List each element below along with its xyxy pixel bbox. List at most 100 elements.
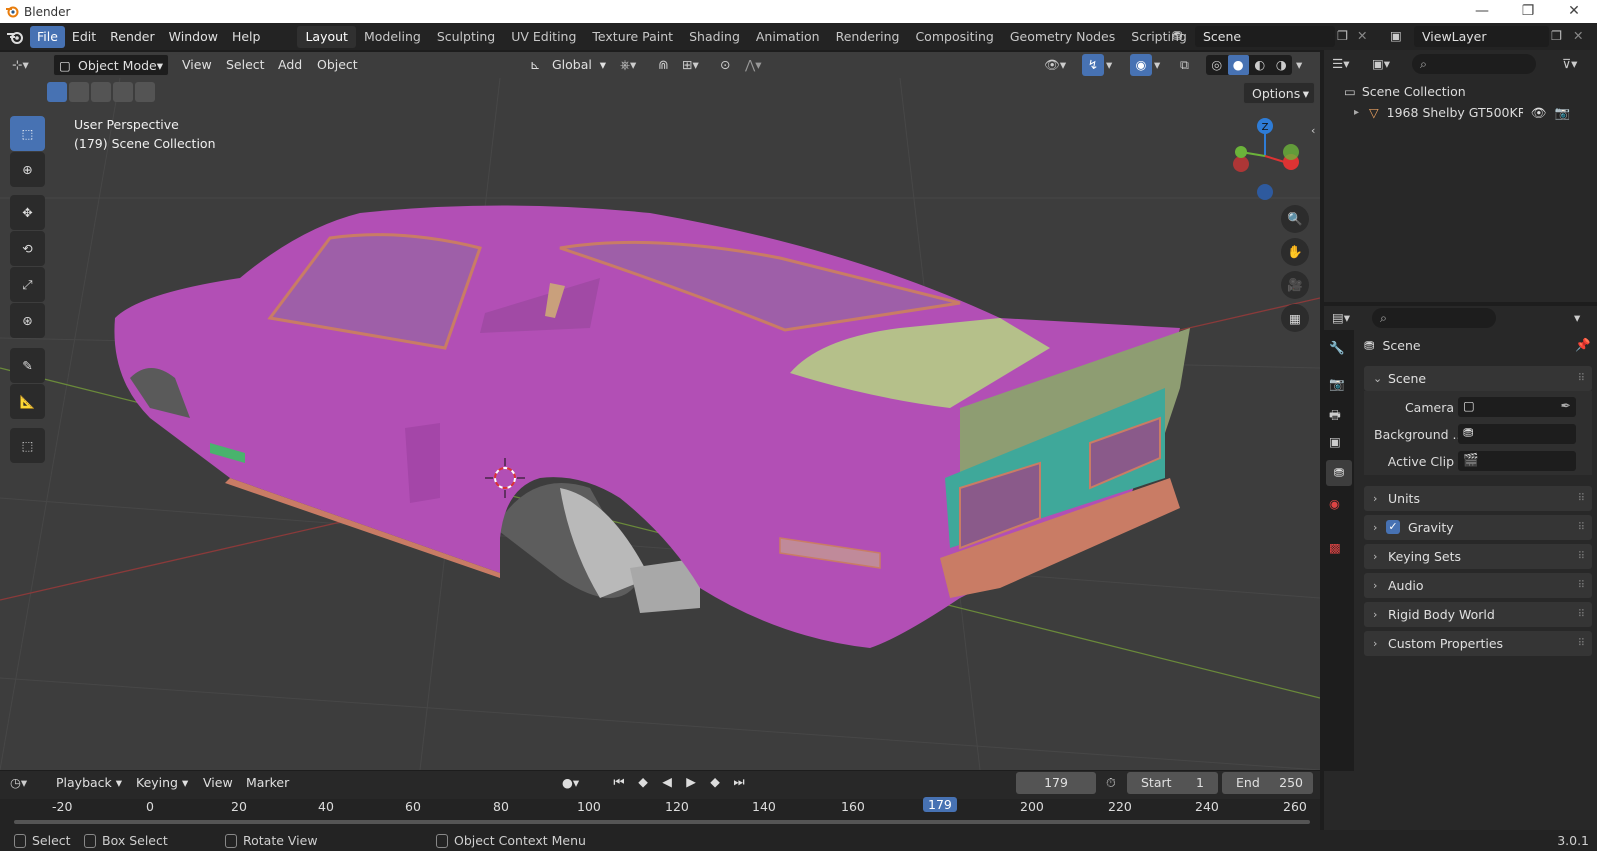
outliner-search-input[interactable]: ⌕ [1412,54,1536,74]
menu-render[interactable]: Render [103,26,162,48]
start-frame-field[interactable]: Start 1 [1127,772,1218,794]
tool-tab-icon[interactable]: 🔧 [1329,340,1345,356]
select-extend-icon[interactable] [69,82,89,102]
scene-tab-icon[interactable]: ⛃ [1326,460,1352,486]
falloff-icon[interactable]: ⋀▾ [745,54,762,76]
view-layer-tab-icon[interactable]: ▣ [1329,434,1341,449]
panel-audio[interactable]: › Audio ⠿ [1364,573,1592,598]
properties-search-input[interactable]: ⌕ [1372,308,1496,328]
texture-tab-icon[interactable]: ▩ [1329,540,1341,555]
outliner-root[interactable]: ▭ Scene Collection [1344,82,1466,102]
timeline-view-menu[interactable]: View [203,772,233,794]
ortho-grid-icon[interactable]: ▦ [1281,304,1309,332]
select-invert-icon[interactable] [113,82,133,102]
transform-tool-icon[interactable]: ⊛ [10,303,45,338]
background-field[interactable]: ⛃ [1458,424,1576,444]
select-subtract-icon[interactable] [91,82,111,102]
jump-keyframe-forward-icon[interactable]: ◆ [704,774,726,790]
add-menu[interactable]: Add [278,54,302,76]
gizmo-dropdown-icon[interactable]: ▾ [1106,54,1112,76]
camera-render-icon[interactable]: 📷 [1555,103,1571,123]
rotate-tool-icon[interactable]: ⟲ [10,231,45,266]
select-menu[interactable]: Select [226,54,265,76]
jump-end-icon[interactable]: ⏭ [728,774,750,790]
gizmo-toggle-icon[interactable]: ↯ [1082,54,1104,76]
timeline-editor-type-icon[interactable]: ◷▾ [10,772,27,794]
minimize-button[interactable]: — [1459,0,1505,23]
tab-texture-paint[interactable]: Texture Paint [584,26,681,48]
select-new-icon[interactable] [47,82,67,102]
output-tab-icon[interactable]: 🖶 [1329,406,1341,427]
properties-editor-type-icon[interactable]: ▤▾ [1332,307,1350,329]
menu-edit[interactable]: Edit [65,26,103,48]
proportional-edit-icon[interactable]: ⊙ [720,54,730,76]
panel-custom-properties[interactable]: › Custom Properties ⠿ [1364,631,1592,656]
menu-window[interactable]: Window [162,26,225,48]
remove-scene-icon[interactable]: ✕ [1357,28,1367,43]
blender-menu-icon[interactable] [0,29,30,45]
scene-icon[interactable]: ⛃ [1172,28,1182,43]
camera-view-icon[interactable]: 🎥 [1281,271,1309,299]
select-intersect-icon[interactable] [135,82,155,102]
remove-viewlayer-icon[interactable]: ✕ [1573,28,1583,43]
end-frame-field[interactable]: End 250 [1222,772,1313,794]
options-dropdown[interactable]: Options ▾ [1243,82,1315,104]
tab-rendering[interactable]: Rendering [828,26,908,48]
scene-selector[interactable]: Scene [1195,26,1335,47]
panel-keying-sets[interactable]: › Keying Sets ⠿ [1364,544,1592,569]
use-preview-range-icon[interactable]: ⏱ [1106,775,1116,791]
object-menu[interactable]: Object [317,54,358,76]
scale-tool-icon[interactable]: ⤢ [10,267,45,302]
3d-viewport[interactable]: Options ▾ User Perspective (179) Scene Co… [0,78,1320,770]
panel-rigid-body-world[interactable]: › Rigid Body World ⠿ [1364,602,1592,627]
tab-layout[interactable]: Layout [297,25,356,48]
cursor-tool-icon[interactable]: ⊕ [10,152,45,187]
close-button[interactable]: ✕ [1551,0,1597,23]
tab-geometry-nodes[interactable]: Geometry Nodes [1002,26,1123,48]
keying-dropdown[interactable]: Keying ▾ [130,772,192,794]
new-scene-icon[interactable]: ❐ [1337,28,1348,43]
sidebar-toggle-icon[interactable]: ‹ [1311,124,1315,137]
expand-arrow-icon[interactable]: ▸ [1354,103,1359,123]
jump-start-icon[interactable]: ⏮ [608,774,630,790]
playhead[interactable]: 179 [923,797,957,812]
visibility-icon[interactable]: 👁▾ [1044,54,1066,76]
panel-units[interactable]: › Units ⠿ [1364,486,1592,511]
add-cube-tool-icon[interactable]: ⬚ [10,428,45,463]
tab-scripting[interactable]: Scripting [1123,26,1195,48]
panel-scene[interactable]: ⌄ Scene ⠿ [1364,366,1592,391]
outliner-item[interactable]: ▸ ▽ 1968 Shelby GT500KR C 👁 📷 [1324,103,1597,123]
panel-gravity[interactable]: › ✓ Gravity ⠿ [1364,515,1592,540]
xray-icon[interactable]: ⧉ [1180,54,1189,76]
world-tab-icon[interactable]: ◉ [1329,496,1340,511]
overlay-toggle-icon[interactable]: ◉ [1130,54,1152,76]
solid-shading-icon[interactable]: ● [1227,55,1249,75]
view-menu[interactable]: View [182,54,212,76]
material-shading-icon[interactable]: ◐ [1249,55,1271,75]
marker-menu[interactable]: Marker [246,772,289,794]
rendered-shading-icon[interactable]: ◑ [1271,55,1293,75]
render-tab-icon[interactable]: 📷 [1329,376,1345,392]
move-tool-icon[interactable]: ✥ [10,195,45,230]
shading-dropdown-icon[interactable]: ▾ [1296,54,1302,76]
measure-tool-icon[interactable]: 📐 [10,384,45,419]
snap-target-icon[interactable]: ⊞▾ [682,54,699,76]
menu-file[interactable]: File [30,25,65,48]
play-reverse-icon[interactable]: ◀ [656,774,678,790]
tab-sculpting[interactable]: Sculpting [429,26,503,48]
tab-uv-editing[interactable]: UV Editing [503,26,584,48]
frame-ruler[interactable]: -20 0 20 40 60 80 100 120 140 160 179 20… [0,797,1320,830]
outliner-editor-type-icon[interactable]: ☰▾ [1332,53,1349,75]
new-viewlayer-icon[interactable]: ❐ [1551,28,1562,43]
select-box-tool-icon[interactable]: ⬚ [10,116,45,151]
transform-orientation-dropdown[interactable]: ⊾ Global ▾ [524,54,610,76]
camera-field[interactable]: ▢ ✒ [1458,397,1576,417]
pan-hand-icon[interactable]: ✋ [1281,238,1309,266]
zoom-icon[interactable]: 🔍 [1281,205,1309,233]
filter-icon[interactable]: ⊽▾ [1562,53,1577,75]
wireframe-shading-icon[interactable]: ◎ [1206,55,1228,75]
jump-keyframe-back-icon[interactable]: ◆ [632,774,654,790]
snap-icon[interactable]: ⋒ [658,54,668,76]
tab-modeling[interactable]: Modeling [356,26,429,48]
pin-icon[interactable]: 📌 [1575,337,1591,353]
